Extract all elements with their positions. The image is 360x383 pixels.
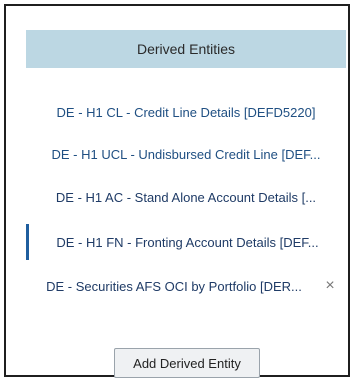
derived-entities-panel: Derived Entities DE - H1 CL - Credit Lin… [4,4,350,378]
close-icon[interactable]: × [322,277,338,295]
add-derived-entity-button[interactable]: Add Derived Entity [114,348,260,378]
list-item-label: DE - H1 AC - Stand Alone Account Details… [55,189,317,205]
list-item-label: DE - Securities AFS OCI by Portfolio [DE… [46,278,302,294]
list-item-securities-afs-oci[interactable]: DE - Securities AFS OCI by Portfolio [DE… [26,268,346,304]
list-item-fronting-account-selected[interactable]: DE - H1 FN - Fronting Account Details [D… [26,224,346,260]
list-item-label: DE - H1 CL - Credit Line Details [DEFD52… [56,104,316,120]
list-item-credit-line[interactable]: DE - H1 CL - Credit Line Details [DEFD52… [26,94,346,130]
list-item-stand-alone-account[interactable]: DE - H1 AC - Stand Alone Account Details… [26,179,346,215]
list-item-label: DE - H1 UCL - Undisbursed Credit Line [D… [51,146,321,162]
panel-header: Derived Entities [26,30,346,68]
list-item-undisbursed-credit-line[interactable]: DE - H1 UCL - Undisbursed Credit Line [D… [26,136,346,172]
panel-title: Derived Entities [136,41,236,57]
list-item-label: DE - H1 FN - Fronting Account Details [D… [56,234,319,250]
